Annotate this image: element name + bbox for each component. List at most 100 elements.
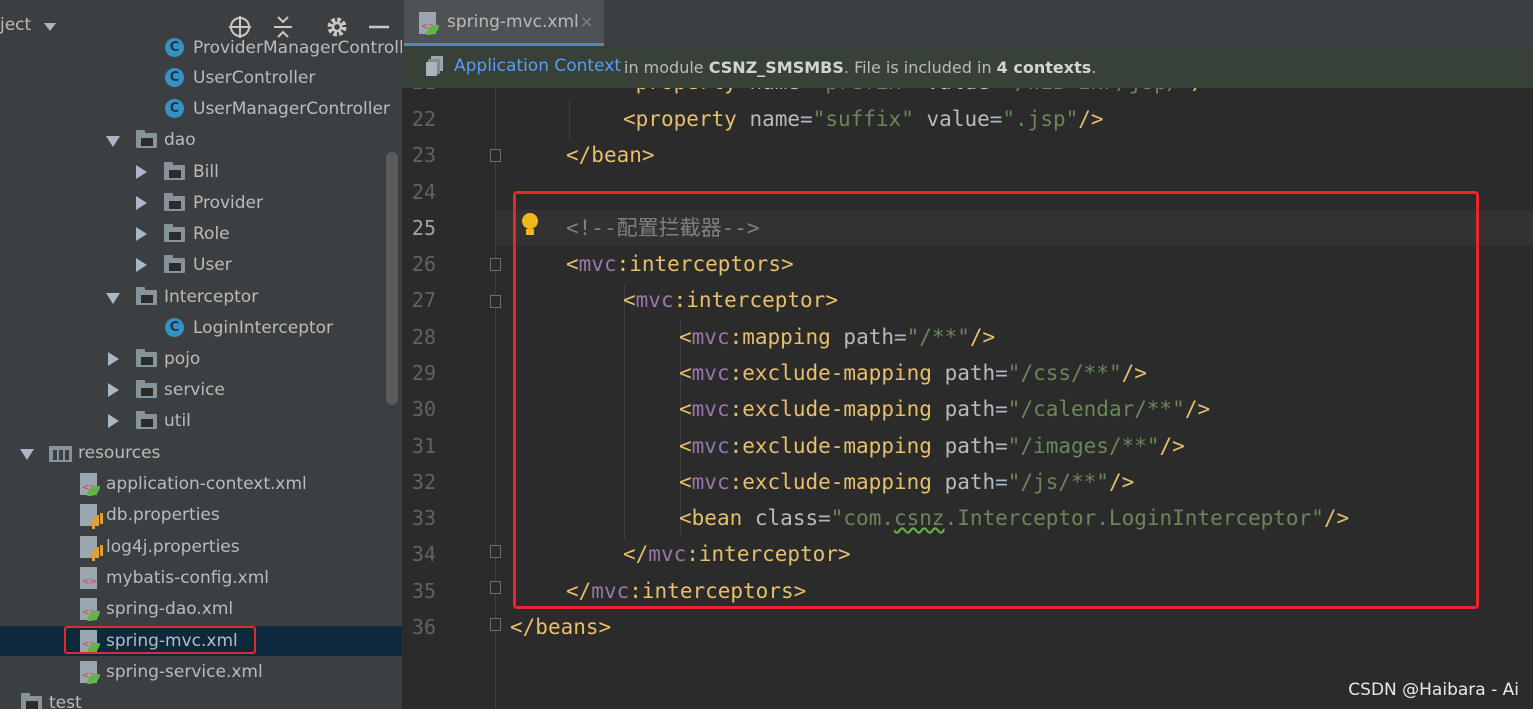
fold-marker-icon[interactable]	[490, 258, 501, 271]
tree-item-label: resources	[78, 443, 161, 463]
folder-icon	[21, 693, 42, 709]
attr-value: "suffix"	[812, 107, 914, 131]
close-icon[interactable]: ×	[580, 12, 593, 31]
collapse-arrow-icon[interactable]	[134, 189, 148, 217]
class-icon: C	[165, 99, 184, 118]
line-number: 26	[411, 252, 436, 276]
spring-xml-file-icon: <>	[80, 598, 100, 621]
banner-text-mid: . File is included in	[843, 58, 997, 77]
banner-message: in module CSNZ_SMSMBS. File is included …	[624, 58, 1096, 77]
tree-item-label: dao	[164, 130, 196, 150]
tag-bracket: <	[623, 107, 636, 131]
tree-item-label: Bill	[193, 162, 219, 182]
tree-item-label: spring-dao.xml	[106, 599, 234, 619]
tree-item-label: application-context.xml	[106, 474, 307, 494]
banner-text-end: .	[1091, 58, 1097, 77]
spring-xml-file-icon: <>	[80, 661, 100, 684]
class-icon: C	[165, 38, 184, 57]
equals: =	[989, 107, 1003, 131]
code-line-23[interactable]: </bean>	[566, 137, 655, 173]
project-tool-window: ject C ProviderManagerControlle C UserCo…	[0, 0, 402, 709]
view-dropdown-icon[interactable]	[44, 23, 56, 31]
collapse-arrow-icon[interactable]	[106, 407, 120, 435]
collapse-arrow-icon[interactable]	[134, 158, 148, 186]
tag-bracket: </	[566, 143, 592, 167]
application-context-link[interactable]: Application Context	[454, 56, 621, 76]
tree-item-label: service	[164, 380, 225, 400]
folder-icon	[136, 411, 157, 429]
xml-file-icon: <>	[80, 567, 97, 589]
line-number: 32	[411, 470, 436, 494]
tag-name: property	[635, 107, 737, 131]
line-number: 29	[411, 361, 436, 385]
editor-tab-bar: <> spring-mvc.xml ×	[402, 0, 1533, 46]
folder-icon	[164, 255, 185, 273]
code-line-36[interactable]: </beans>	[510, 609, 611, 645]
fold-marker-icon[interactable]	[490, 545, 501, 558]
tree-item-label: spring-service.xml	[106, 662, 263, 682]
expand-arrow-icon[interactable]	[106, 126, 120, 154]
line-number: 24	[411, 180, 436, 204]
tree-item-label: UserManagerController	[193, 99, 390, 119]
tag-bracket: </	[510, 615, 536, 639]
code-line-22[interactable]: <property name="suffix" value=".jsp"/>	[623, 101, 1104, 137]
collapse-arrow-icon[interactable]	[106, 345, 120, 373]
gutter-divider	[495, 46, 496, 709]
indent-guide	[569, 100, 570, 140]
project-view-title[interactable]: ject	[0, 15, 31, 35]
line-number: 30	[411, 397, 436, 421]
tree-item-label: Provider	[193, 193, 263, 213]
tree-item-label: ProviderManagerControlle	[193, 38, 402, 58]
context-banner: Application Context in module CSNZ_SMSMB…	[402, 46, 1533, 88]
attr-name: name	[749, 107, 801, 131]
expand-arrow-icon[interactable]	[106, 283, 120, 311]
stack-files-icon	[426, 56, 443, 76]
line-number: 36	[411, 615, 436, 639]
tag-bracket: >	[641, 143, 655, 167]
line-number: 31	[411, 434, 436, 458]
folder-icon	[164, 162, 185, 180]
folder-icon	[136, 287, 157, 305]
collapse-arrow-icon[interactable]	[134, 251, 148, 279]
tree-item-label: LoginInterceptor	[193, 318, 334, 338]
folder-icon	[164, 224, 185, 242]
tree-item-label: Interceptor	[164, 287, 259, 307]
tab-label: spring-mvc.xml	[447, 12, 579, 32]
tree-item-label: User	[193, 255, 232, 275]
tree-item-label: db.properties	[106, 505, 220, 525]
code-editor[interactable]: <> spring-mvc.xml × Application Context …	[402, 0, 1533, 709]
line-number: 22	[411, 107, 436, 131]
tag-bracket: >	[598, 615, 612, 639]
fold-marker-icon[interactable]	[490, 581, 501, 594]
tab-spring-mvc-xml[interactable]: <> spring-mvc.xml ×	[404, 0, 604, 46]
expand-arrow-icon[interactable]	[20, 439, 34, 467]
module-name: CSNZ_SMSMBS	[708, 58, 844, 77]
properties-file-icon	[80, 536, 99, 558]
folder-icon	[136, 349, 157, 367]
class-icon: C	[165, 318, 184, 337]
tree-item-label: pojo	[164, 349, 201, 369]
vertical-scrollbar[interactable]	[386, 152, 398, 405]
tree-item-label: mybatis-config.xml	[106, 568, 269, 588]
fold-marker-icon[interactable]	[490, 149, 501, 162]
attr-name: value	[926, 107, 990, 131]
tree-item-label: UserController	[193, 68, 316, 88]
folder-icon	[136, 380, 157, 398]
fold-marker-icon[interactable]	[490, 618, 501, 631]
tag-name: bean	[591, 143, 642, 167]
resources-folder-icon	[49, 446, 72, 462]
spring-xml-file-icon: <>	[80, 473, 100, 496]
line-number: 34	[411, 542, 436, 566]
banner-text-prefix: in module	[624, 58, 709, 77]
highlight-box	[64, 626, 256, 654]
fold-marker-icon[interactable]	[490, 295, 501, 308]
collapse-arrow-icon[interactable]	[134, 220, 148, 248]
line-number: 23	[411, 143, 436, 167]
equals: =	[800, 107, 813, 131]
line-number: 33	[411, 506, 436, 530]
properties-file-icon	[80, 504, 99, 526]
tag-name: beans	[535, 615, 599, 639]
tag-bracket: />	[1078, 107, 1104, 131]
collapse-arrow-icon[interactable]	[106, 376, 120, 404]
context-count: 4 contexts	[996, 58, 1092, 77]
